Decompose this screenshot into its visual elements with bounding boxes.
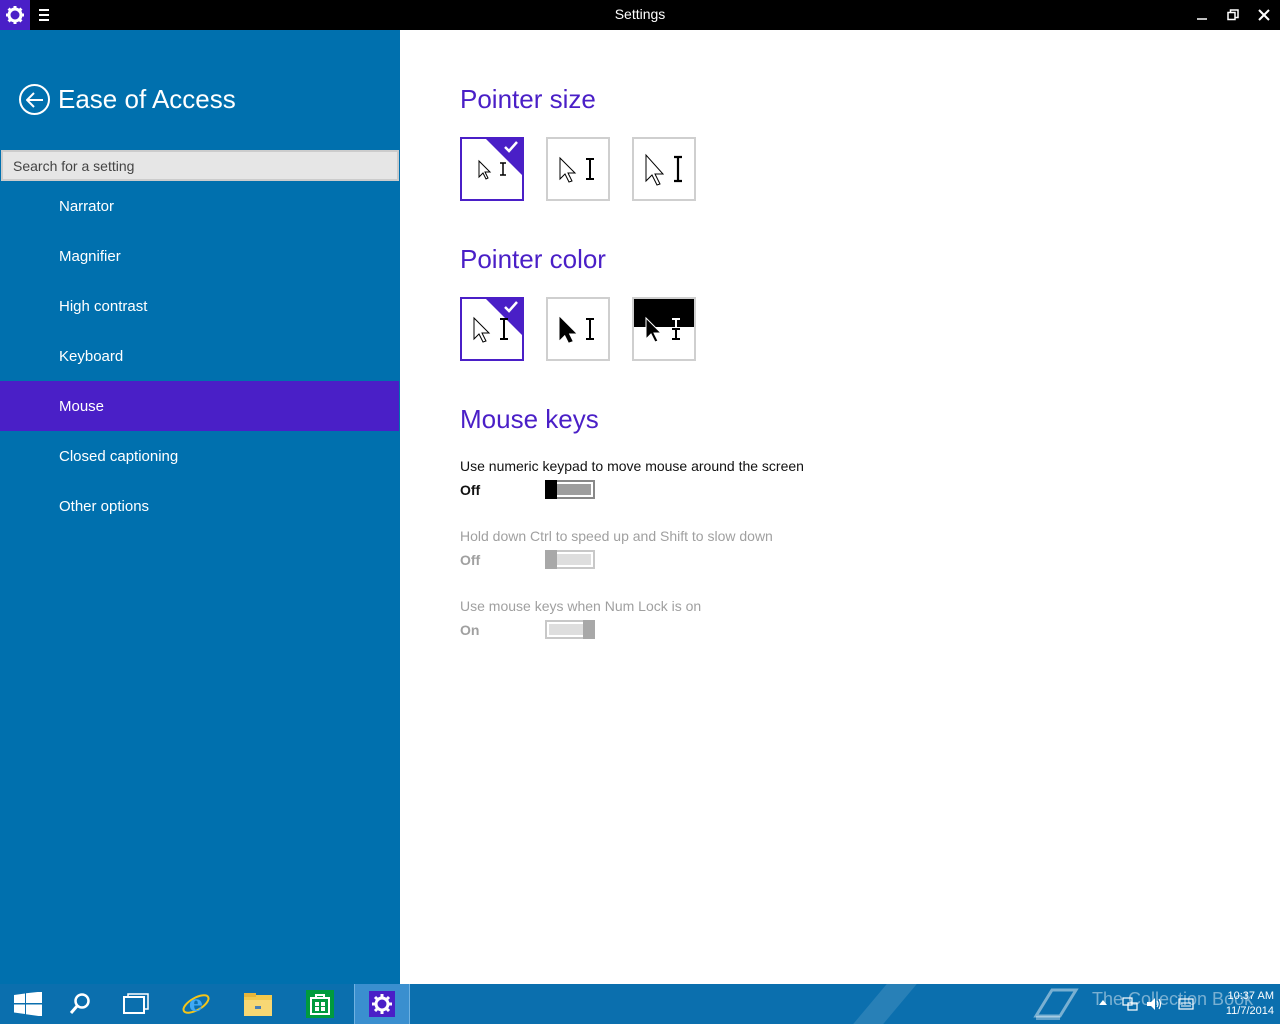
- sidebar-nav: Narrator Magnifier High contrast Keyboar…: [0, 181, 400, 531]
- pointer-size-option-medium[interactable]: [546, 137, 610, 201]
- large-pointer-icon: [645, 153, 682, 186]
- mouse-keys-toggle[interactable]: [545, 480, 595, 499]
- close-button[interactable]: [1248, 0, 1280, 30]
- back-arrow-icon: [25, 91, 43, 108]
- show-hidden-icons-icon[interactable]: [1098, 998, 1108, 1008]
- sidebar-item-mouse[interactable]: Mouse: [0, 381, 399, 431]
- pointer-color-option-black[interactable]: [546, 297, 610, 361]
- start-icon: [14, 992, 42, 1016]
- input-keyboard-icon[interactable]: [1178, 997, 1194, 1011]
- sidebar: Ease of Access Narrator Magnifier High c…: [0, 30, 400, 984]
- mouse-keys-heading: Mouse keys: [460, 404, 599, 434]
- taskbar-decoration: [853, 984, 917, 1024]
- pointer-color-option-white[interactable]: [460, 297, 524, 361]
- pointer-color-option-inverted[interactable]: [632, 297, 696, 361]
- restore-icon: [1227, 9, 1239, 21]
- settings-icon: [369, 991, 395, 1017]
- sidebar-item-high-contrast[interactable]: High contrast: [0, 281, 400, 331]
- sidebar-item-magnifier[interactable]: Magnifier: [0, 231, 400, 281]
- watermark-book-icon: [1033, 988, 1079, 1020]
- toggle-knob: [545, 480, 557, 499]
- ctrl-shift-speed-state: Off: [460, 552, 481, 568]
- pointer-color-heading: Pointer color: [460, 244, 606, 274]
- num-lock-label: Use mouse keys when Num Lock is on: [460, 598, 702, 614]
- window-title: Settings: [614, 6, 666, 22]
- svg-text:e: e: [189, 991, 203, 1017]
- store-button[interactable]: [292, 984, 348, 1024]
- title-bar: Settings: [0, 0, 1280, 30]
- clock-time: 10:37 AM: [1227, 990, 1274, 1002]
- minimize-icon: [1197, 18, 1207, 20]
- taskbar: e The Collection Book 10:37 AM 11/7/2014: [0, 984, 1280, 1024]
- sidebar-item-keyboard[interactable]: Keyboard: [0, 331, 400, 381]
- ctrl-shift-speed-label: Hold down Ctrl to speed up and Shift to …: [460, 528, 773, 544]
- sidebar-item-narrator[interactable]: Narrator: [0, 181, 400, 231]
- section-title: Ease of Access: [58, 84, 236, 114]
- search-button[interactable]: [52, 984, 108, 1024]
- sidebar-item-other-options[interactable]: Other options: [0, 481, 400, 531]
- back-button[interactable]: [19, 84, 50, 115]
- settings-taskbar-button[interactable]: [354, 984, 410, 1024]
- ctrl-shift-speed-toggle[interactable]: [545, 550, 595, 569]
- close-icon: [1258, 9, 1270, 21]
- volume-icon[interactable]: [1146, 996, 1164, 1012]
- black-pointer-icon: [559, 316, 594, 343]
- pointer-size-option-large[interactable]: [632, 137, 696, 201]
- file-explorer-button[interactable]: [230, 984, 286, 1024]
- search-icon: [69, 993, 90, 1014]
- minimize-button[interactable]: [1186, 0, 1218, 30]
- taskbar-clock[interactable]: 10:37 AM 11/7/2014: [1204, 989, 1274, 1019]
- inverted-pointer-icon: [645, 316, 680, 343]
- toggle-knob: [545, 550, 557, 569]
- pointer-size-option-small[interactable]: [460, 137, 524, 201]
- internet-explorer-icon: e: [182, 991, 210, 1017]
- small-pointer-icon: [478, 159, 506, 180]
- internet-explorer-button[interactable]: e: [168, 984, 224, 1024]
- file-explorer-icon: [244, 993, 272, 1016]
- num-lock-toggle[interactable]: [545, 620, 595, 639]
- medium-pointer-icon: [559, 156, 594, 183]
- network-icon[interactable]: [1122, 996, 1138, 1012]
- clock-date: 11/7/2014: [1225, 1005, 1274, 1017]
- main-content: Pointer size Pointer color Mouse keys Us…: [400, 30, 1280, 984]
- white-pointer-icon: [473, 316, 508, 343]
- start-button[interactable]: [0, 984, 56, 1024]
- mouse-keys-state: Off: [460, 482, 481, 498]
- toggle-knob: [583, 620, 595, 639]
- pointer-size-heading: Pointer size: [460, 84, 596, 114]
- search-input[interactable]: [1, 150, 399, 181]
- mouse-keys-label: Use numeric keypad to move mouse around …: [460, 458, 804, 474]
- store-icon: [306, 990, 334, 1018]
- sidebar-item-closed-captioning[interactable]: Closed captioning: [0, 431, 400, 481]
- num-lock-state: On: [460, 622, 480, 638]
- restore-button[interactable]: [1217, 0, 1249, 30]
- task-view-button[interactable]: [108, 984, 164, 1024]
- task-view-icon: [123, 993, 149, 1014]
